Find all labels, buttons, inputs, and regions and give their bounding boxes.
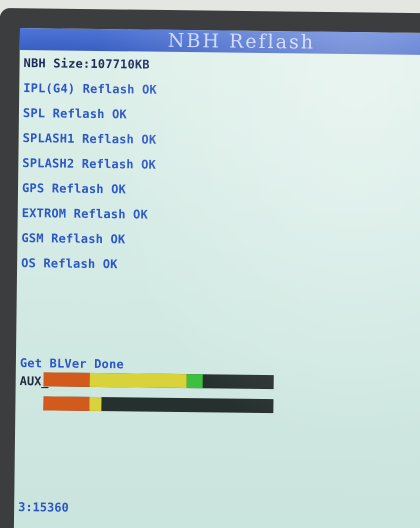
progress-bar-top	[43, 372, 274, 390]
log-line-splash2: SPLASH2 Reflash OK	[22, 156, 157, 172]
progress-top-green	[186, 374, 203, 389]
device-screen: NBH Reflash NBH Size:107710KB IPL(G4) Re…	[13, 28, 420, 528]
progress-top-yellow	[89, 372, 187, 389]
progress-bar-bottom	[43, 396, 274, 414]
log-line-splash1: SPLASH1 Reflash OK	[22, 131, 157, 147]
log-line-gps: GPS Reflash OK	[21, 181, 127, 197]
status-bottom: 3:15360	[18, 500, 69, 515]
progress-bottom-yellow	[89, 396, 102, 412]
progress-bottom-red	[43, 396, 90, 411]
photo: NBH Reflash NBH Size:107710KB IPL(G4) Re…	[0, 0, 420, 528]
log-line-extrom: EXTROM Reflash OK	[21, 206, 149, 222]
log-line-nbh-size: NBH Size:107710KB	[23, 56, 150, 72]
log-line-ipl: IPL(G4) Reflash OK	[23, 81, 157, 97]
log-line-spl: SPL Reflash OK	[22, 106, 127, 122]
title-text: NBH Reflash	[167, 29, 316, 54]
status-blver: Get BLVer Done	[19, 356, 124, 372]
log-line-gsm: GSM Reflash OK	[21, 231, 126, 247]
title-bar: NBH Reflash	[19, 28, 420, 56]
progress-top-red	[43, 372, 90, 387]
log-line-os: OS Reflash OK	[21, 256, 118, 272]
